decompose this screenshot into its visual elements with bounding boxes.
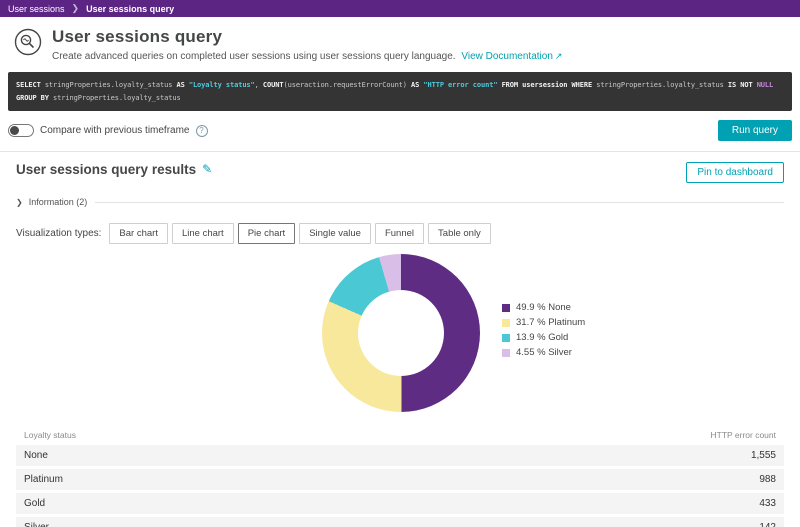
viz-option-funnel[interactable]: Funnel (375, 223, 424, 244)
external-link-icon: ↗ (555, 51, 563, 61)
information-label: Information (2) (29, 197, 88, 207)
page-title: User sessions query (52, 27, 562, 47)
help-icon[interactable]: ? (196, 125, 208, 137)
pin-to-dashboard-button[interactable]: Pin to dashboard (686, 162, 784, 183)
table-row[interactable]: Platinum 988 (16, 469, 784, 490)
donut-hole (358, 290, 444, 376)
breadcrumb: User sessions ❯ User sessions query (0, 0, 800, 17)
compare-toggle-label: Compare with previous timeframe (40, 125, 190, 136)
viz-option-bar-chart[interactable]: Bar chart (109, 223, 168, 244)
visualization-types-row: Visualization types: Bar chart Line char… (16, 223, 784, 244)
chart-legend: 49.9 % None 31.7 % Platinum 13.9 % Gold … (502, 302, 585, 362)
row-label: Silver (24, 522, 49, 527)
viz-option-line-chart[interactable]: Line chart (172, 223, 234, 244)
legend-label[interactable]: 49.9 % None (516, 302, 571, 313)
results-section: User sessions query results ✎ Pin to das… (0, 152, 800, 527)
table-row[interactable]: Gold 433 (16, 493, 784, 514)
viz-option-table-only[interactable]: Table only (428, 223, 491, 244)
subtitle-text: Create advanced queries on completed use… (52, 51, 456, 62)
query-code[interactable]: SELECT stringProperties.loyalty_status A… (8, 72, 792, 111)
table-row[interactable]: None 1,555 (16, 445, 784, 466)
table-row[interactable]: Silver 142 (16, 517, 784, 527)
legend-swatch (502, 319, 510, 327)
user-sessions-query-icon (14, 28, 42, 56)
legend-item: 31.7 % Platinum (502, 317, 585, 328)
legend-label[interactable]: 4.55 % Silver (516, 347, 572, 358)
table-header-row: Loyalty status HTTP error count (16, 428, 784, 445)
chevron-right-icon: ❯ (72, 3, 80, 14)
page-subtitle: Create advanced queries on completed use… (52, 51, 562, 62)
legend-item: 13.9 % Gold (502, 332, 585, 343)
legend-label[interactable]: 31.7 % Platinum (516, 317, 585, 328)
toggle-switch-icon[interactable] (8, 124, 34, 137)
chevron-right-icon: ❯ (16, 198, 23, 207)
legend-swatch (502, 334, 510, 342)
viz-types-label: Visualization types: (16, 228, 101, 239)
viz-option-single-value[interactable]: Single value (299, 223, 371, 244)
donut-chart[interactable] (322, 254, 480, 412)
page-header: User sessions query Create advanced quer… (0, 17, 800, 68)
results-title: User sessions query results (16, 162, 196, 177)
query-editor-area: SELECT stringProperties.loyalty_status A… (8, 72, 792, 141)
breadcrumb-user-sessions[interactable]: User sessions (8, 4, 65, 14)
information-toggle[interactable]: ❯ Information (2) (16, 197, 784, 207)
legend-swatch (502, 304, 510, 312)
row-value: 988 (759, 474, 776, 485)
pie-chart-area: 49.9 % None 31.7 % Platinum 13.9 % Gold … (16, 248, 784, 424)
row-value: 433 (759, 498, 776, 509)
row-label: Platinum (24, 474, 63, 485)
row-label: None (24, 450, 48, 461)
edit-pencil-icon[interactable]: ✎ (202, 162, 212, 176)
header-text: User sessions query Create advanced quer… (52, 27, 562, 62)
query-toolbar: Compare with previous timeframe ? Run qu… (8, 120, 792, 141)
breadcrumb-user-sessions-query: User sessions query (86, 4, 174, 14)
results-header: User sessions query results ✎ Pin to das… (16, 162, 784, 183)
column-header-http-error-count: HTTP error count (710, 430, 776, 440)
viz-option-pie-chart[interactable]: Pie chart (238, 223, 296, 244)
row-label: Gold (24, 498, 45, 509)
results-table: Loyalty status HTTP error count None 1,5… (16, 428, 784, 527)
view-documentation-link[interactable]: View Documentation↗ (461, 51, 562, 62)
divider-line (95, 202, 784, 203)
legend-label[interactable]: 13.9 % Gold (516, 332, 568, 343)
toggle-knob (10, 126, 19, 135)
run-query-button[interactable]: Run query (718, 120, 792, 141)
row-value: 142 (759, 522, 776, 527)
legend-item: 4.55 % Silver (502, 347, 585, 358)
legend-item: 49.9 % None (502, 302, 585, 313)
row-value: 1,555 (751, 450, 776, 461)
compare-timeframe-toggle[interactable]: Compare with previous timeframe ? (8, 124, 208, 137)
page: User sessions ❯ User sessions query User… (0, 0, 800, 527)
column-header-loyalty-status: Loyalty status (24, 430, 76, 440)
legend-swatch (502, 349, 510, 357)
